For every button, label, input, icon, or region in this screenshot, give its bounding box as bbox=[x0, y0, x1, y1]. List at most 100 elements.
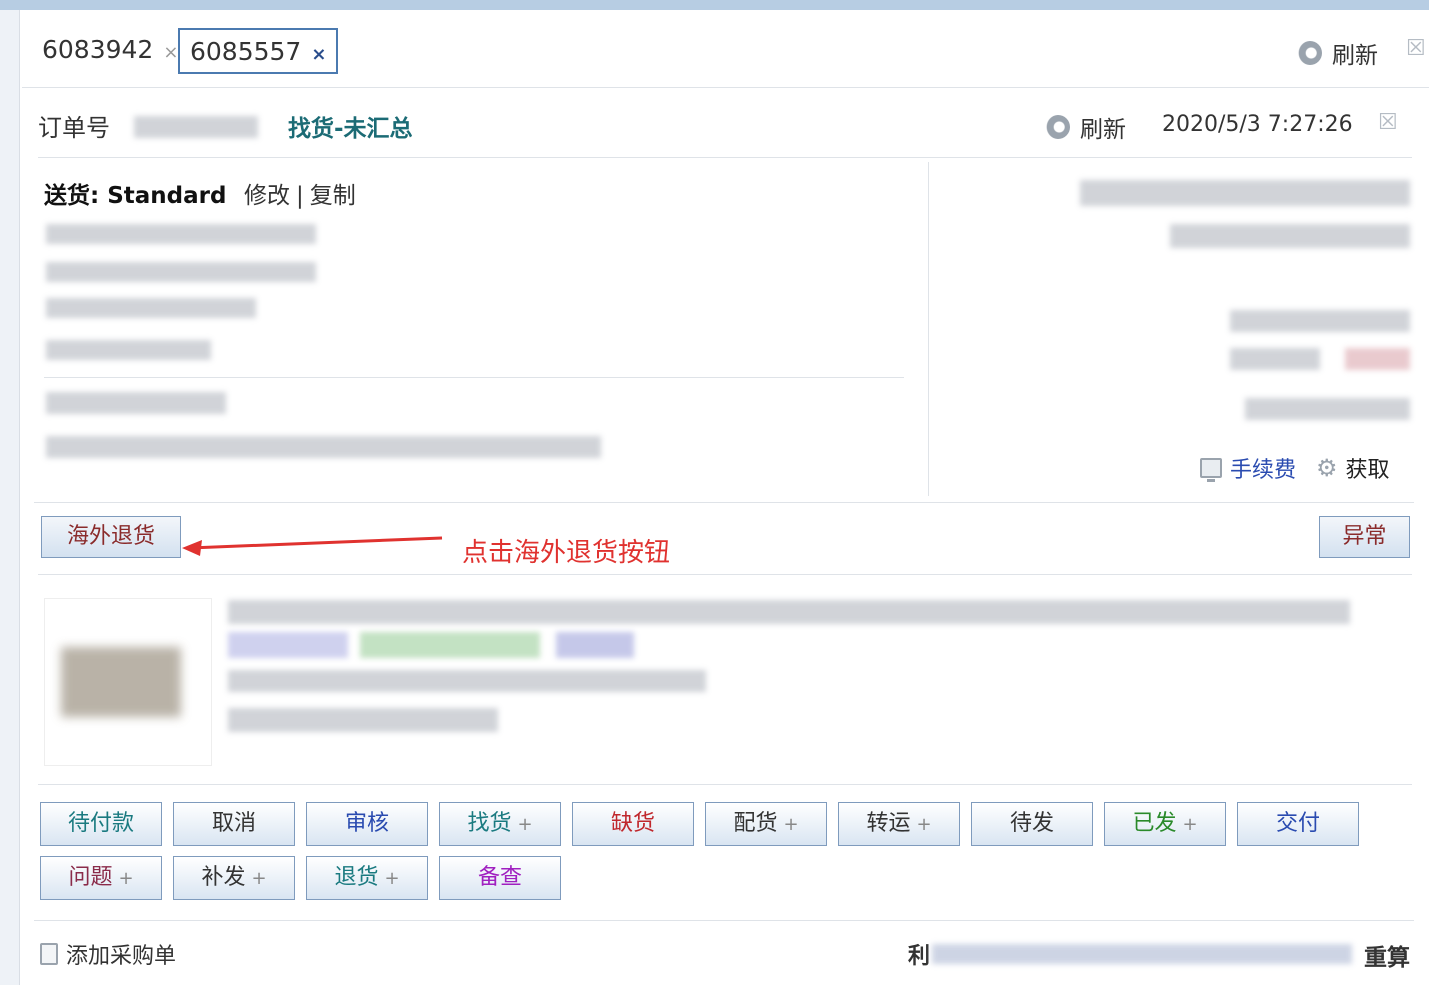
redacted-detail bbox=[1170, 224, 1410, 248]
status-button[interactable]: 退货 + bbox=[306, 856, 428, 900]
separator: | bbox=[296, 183, 304, 209]
tabbar-refresh-button[interactable]: 刷新 bbox=[1298, 36, 1378, 70]
status-button[interactable]: 待发 bbox=[971, 802, 1093, 846]
window-top-bar bbox=[0, 0, 1429, 10]
plus-icon: + bbox=[1182, 814, 1198, 835]
status-button-label: 已发 bbox=[1132, 811, 1177, 836]
redacted-contact bbox=[46, 436, 601, 458]
plus-icon: + bbox=[118, 868, 134, 889]
add-purchase-order-label: 添加采购单 bbox=[66, 944, 177, 969]
plus-icon: + bbox=[517, 814, 533, 835]
redacted-address-line bbox=[46, 298, 256, 318]
redacted-detail bbox=[1230, 348, 1320, 370]
status-button[interactable]: 备查 bbox=[439, 856, 561, 900]
status-button[interactable]: 问题 + bbox=[40, 856, 162, 900]
add-purchase-order[interactable]: 添加采购单 bbox=[40, 938, 176, 970]
close-icon[interactable]: ☒ bbox=[1406, 36, 1426, 61]
divider bbox=[34, 920, 1414, 921]
profit-label: 利 bbox=[908, 944, 931, 969]
refresh-label: 刷新 bbox=[1332, 43, 1378, 69]
tab-order-6083942[interactable]: 6083942 × bbox=[42, 28, 178, 74]
status-button[interactable]: 转运 + bbox=[838, 802, 960, 846]
status-button-label: 备查 bbox=[477, 865, 522, 890]
product-thumbnail[interactable] bbox=[44, 598, 212, 766]
order-header: 订单号 找货-未汇总 刷新 2020/5/3 7:27:26 ☒ bbox=[38, 100, 1412, 158]
status-button-label: 转运 bbox=[866, 811, 911, 836]
divider bbox=[38, 784, 1412, 785]
redacted-detail bbox=[1345, 348, 1410, 370]
status-button-label: 找货 bbox=[467, 811, 512, 836]
status-button[interactable]: 缺货 bbox=[572, 802, 694, 846]
vertical-divider bbox=[928, 162, 929, 496]
status-button[interactable]: 补发 + bbox=[173, 856, 295, 900]
order-refresh-button[interactable]: 刷新 bbox=[1046, 110, 1126, 144]
plus-icon: + bbox=[384, 868, 400, 889]
status-button[interactable]: 审核 bbox=[306, 802, 428, 846]
status-button-label: 补发 bbox=[201, 865, 246, 890]
status-button-label: 待发 bbox=[1009, 811, 1054, 836]
monitor-icon bbox=[1200, 458, 1222, 482]
status-button-label: 退货 bbox=[334, 865, 379, 890]
order-status: 找货-未汇总 bbox=[288, 116, 413, 142]
fee-link[interactable]: 手续费 bbox=[1230, 452, 1296, 484]
redacted-address-line bbox=[46, 224, 316, 244]
tab-close-icon[interactable]: × bbox=[163, 42, 178, 63]
order-timestamp: 2020/5/3 7:27:26 bbox=[1162, 112, 1353, 137]
tab-label: 6083942 bbox=[42, 35, 154, 64]
refresh-icon bbox=[1046, 115, 1070, 139]
plus-icon: + bbox=[251, 868, 267, 889]
abnormal-button[interactable]: 异常 bbox=[1319, 516, 1410, 558]
overseas-return-button[interactable]: 海外退货 bbox=[41, 516, 181, 558]
tab-order-6085557-active[interactable]: 6085557 × bbox=[178, 28, 339, 74]
redacted-tag bbox=[228, 632, 348, 658]
redacted-contact bbox=[46, 392, 226, 414]
redacted-tag bbox=[360, 632, 540, 658]
clipboard-icon bbox=[40, 943, 58, 965]
divider bbox=[38, 574, 1412, 575]
annotation-text: 点击海外退货按钮 bbox=[462, 538, 671, 568]
order-number-label: 订单号 bbox=[38, 114, 110, 142]
annotation-arrow-icon bbox=[182, 536, 443, 556]
tab-strip: 6083942 × 6085557 × 刷新 ☒ bbox=[22, 10, 1429, 88]
redacted-product-detail bbox=[228, 708, 498, 732]
redacted-profit-value bbox=[932, 944, 1352, 964]
copy-link[interactable]: 复制 bbox=[310, 183, 356, 209]
refresh-icon bbox=[1298, 41, 1322, 65]
status-button-label: 待付款 bbox=[67, 811, 134, 836]
gear-icon: ⚙ bbox=[1316, 454, 1338, 482]
status-button-label: 交付 bbox=[1275, 811, 1320, 836]
status-button[interactable]: 交付 bbox=[1237, 802, 1359, 846]
shipping-method: 送货: Standard bbox=[44, 183, 227, 209]
refresh-label: 刷新 bbox=[1080, 117, 1126, 143]
status-button[interactable]: 找货 + bbox=[439, 802, 561, 846]
status-button[interactable]: 已发 + bbox=[1104, 802, 1226, 846]
status-button-label: 缺货 bbox=[610, 811, 655, 836]
status-button-label: 问题 bbox=[68, 865, 113, 890]
status-button[interactable]: 待付款 bbox=[40, 802, 162, 846]
edit-link[interactable]: 修改 bbox=[244, 183, 290, 209]
tab-close-icon[interactable]: × bbox=[311, 44, 326, 65]
close-icon[interactable]: ☒ bbox=[1378, 110, 1398, 135]
plus-icon: + bbox=[783, 814, 799, 835]
status-button[interactable]: 配货 + bbox=[705, 802, 827, 846]
status-button-label: 配货 bbox=[733, 811, 778, 836]
shipping-actions: 修改 | 复制 bbox=[244, 176, 356, 210]
divider bbox=[34, 502, 1414, 503]
redacted-detail bbox=[1080, 180, 1410, 206]
recalculate-link[interactable]: 重算 bbox=[1364, 938, 1410, 972]
fetch-link[interactable]: 获取 bbox=[1346, 452, 1390, 484]
plus-icon: + bbox=[916, 814, 932, 835]
redacted-product-title bbox=[228, 600, 1350, 624]
redacted-product-detail bbox=[228, 670, 706, 692]
redacted-address-line bbox=[46, 262, 316, 282]
redacted-address-line bbox=[46, 340, 211, 360]
redacted-tag bbox=[556, 632, 634, 658]
divider bbox=[44, 377, 904, 378]
left-rail bbox=[0, 10, 20, 985]
tab-label: 6085557 bbox=[190, 37, 302, 66]
redacted-detail bbox=[1230, 310, 1410, 332]
status-button[interactable]: 取消 bbox=[173, 802, 295, 846]
fee-row: 手续费 ⚙ 获取 bbox=[1200, 452, 1390, 484]
status-button-label: 取消 bbox=[211, 811, 256, 836]
redacted-detail bbox=[1245, 398, 1410, 420]
